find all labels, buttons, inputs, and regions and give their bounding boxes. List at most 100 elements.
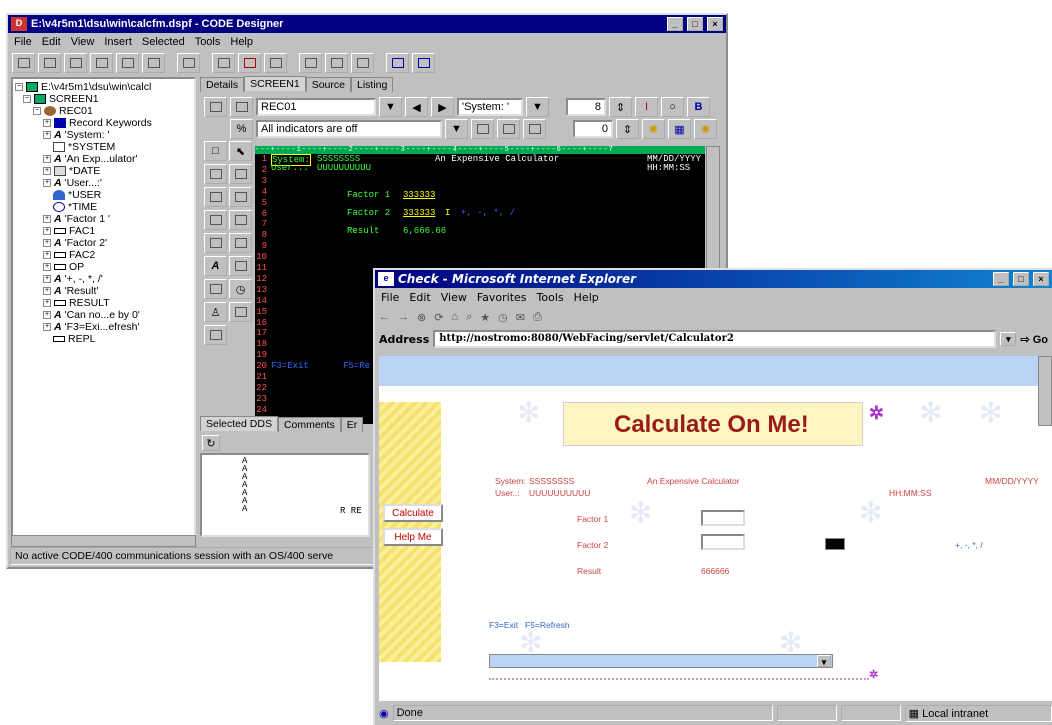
grid-icon[interactable] bbox=[523, 119, 546, 139]
dropdown-arrow-icon[interactable]: ▼ bbox=[526, 97, 549, 117]
screen-icon[interactable] bbox=[204, 97, 227, 117]
tree-item[interactable]: + A 'Can no...e by 0' bbox=[43, 309, 140, 321]
tool-icon[interactable] bbox=[204, 210, 227, 230]
factor2-field[interactable]: 333333 bbox=[403, 208, 435, 218]
menu-help[interactable]: Help bbox=[230, 36, 253, 48]
dropdown-arrow-icon[interactable]: ▾ bbox=[817, 655, 831, 667]
result-field[interactable]: 6,666.66 bbox=[403, 226, 446, 236]
user-tool-icon[interactable]: ♙ bbox=[204, 302, 227, 322]
menu-help[interactable]: Help bbox=[574, 291, 599, 304]
tool-icon[interactable] bbox=[229, 256, 252, 276]
ops-text[interactable]: +, -, *, / bbox=[461, 208, 515, 218]
tab-source[interactable]: Source bbox=[305, 77, 351, 92]
f5-refresh-link[interactable]: F5=Refresh bbox=[525, 620, 570, 630]
menu-favorites[interactable]: Favorites bbox=[477, 291, 527, 304]
back-icon[interactable]: ← bbox=[379, 311, 390, 323]
highlight-icon[interactable]: ✺ bbox=[694, 119, 717, 139]
f5-key-text[interactable]: F5=Re bbox=[343, 361, 370, 371]
tree-item[interactable]: + A 'An Exp...ulator' bbox=[43, 153, 137, 165]
menu-file[interactable]: File bbox=[381, 291, 399, 304]
favorites-icon[interactable]: ★ bbox=[480, 311, 490, 324]
record-icon[interactable] bbox=[351, 53, 374, 73]
record-combo[interactable]: REC01 bbox=[256, 98, 376, 116]
tree-item[interactable]: + OP bbox=[43, 261, 84, 273]
color-icon[interactable]: ▦ bbox=[668, 119, 691, 139]
op-field[interactable]: I bbox=[445, 208, 450, 218]
tree-item[interactable]: + FAC1 bbox=[43, 225, 95, 237]
open-icon[interactable] bbox=[38, 53, 61, 73]
spin-icon[interactable]: ⇕ bbox=[616, 119, 639, 139]
tool-icon[interactable] bbox=[204, 233, 227, 253]
grid-icon[interactable] bbox=[497, 119, 520, 139]
stop-icon[interactable]: ⊗ bbox=[417, 311, 426, 324]
find-icon[interactable] bbox=[90, 53, 113, 73]
url-field[interactable]: http://nostromo:8080/WebFacing/servlet/C… bbox=[433, 330, 997, 348]
tree-item[interactable]: + A 'Factor 2' bbox=[43, 237, 107, 249]
factor1-label[interactable]: Factor 1 bbox=[347, 190, 390, 200]
tool-icon[interactable] bbox=[229, 210, 252, 230]
tree-item[interactable]: + A 'System: ' bbox=[43, 129, 109, 141]
minimize-button[interactable]: _ bbox=[667, 17, 683, 31]
tree-item[interactable]: + A 'User...:' bbox=[43, 177, 102, 189]
go-button[interactable]: ⇨ Go bbox=[1020, 333, 1048, 346]
tool-icon[interactable] bbox=[204, 164, 227, 184]
field-icon[interactable] bbox=[325, 53, 348, 73]
tree-hscrollbar[interactable] bbox=[11, 535, 196, 547]
time-field[interactable]: HH:MM:SS bbox=[647, 163, 690, 173]
menu-view[interactable]: View bbox=[441, 291, 467, 304]
tool-icon[interactable] bbox=[229, 164, 252, 184]
tab-screen1[interactable]: SCREEN1 bbox=[244, 76, 306, 91]
user-label[interactable]: User..: bbox=[271, 163, 309, 173]
tree-item[interactable]: − SCREEN1 bbox=[23, 93, 99, 105]
tree-item[interactable]: + A 'F3=Exi...efresh' bbox=[43, 321, 140, 333]
tree-item[interactable]: *SYSTEM bbox=[53, 141, 115, 153]
text-format-icon[interactable]: I bbox=[635, 97, 658, 117]
tree-item[interactable]: + FAC2 bbox=[43, 249, 95, 261]
tab-details[interactable]: Details bbox=[200, 77, 245, 92]
list-icon[interactable] bbox=[299, 53, 322, 73]
message-select[interactable] bbox=[489, 654, 833, 668]
menu-view[interactable]: View bbox=[71, 36, 95, 48]
f3-exit-link[interactable]: F3=Exit bbox=[489, 620, 518, 630]
prev-arrow-icon[interactable]: ◀ bbox=[405, 97, 428, 117]
url-dropdown-icon[interactable]: ▾ bbox=[1000, 332, 1017, 346]
result-label[interactable]: Result bbox=[347, 226, 379, 236]
heading-text[interactable]: An Expensive Calculator bbox=[435, 154, 559, 164]
minimize-button[interactable]: _ bbox=[993, 272, 1009, 286]
close-button[interactable]: × bbox=[1033, 272, 1049, 286]
dropdown-arrow-icon[interactable]: ▼ bbox=[445, 119, 468, 139]
window-icon[interactable] bbox=[212, 53, 235, 73]
col-spinner[interactable]: 0 bbox=[573, 120, 613, 138]
tree-item[interactable]: *TIME bbox=[53, 201, 97, 213]
save-icon[interactable] bbox=[116, 53, 139, 73]
copy-icon[interactable] bbox=[64, 53, 87, 73]
new-icon[interactable] bbox=[12, 53, 35, 73]
tab-listing[interactable]: Listing bbox=[351, 77, 394, 92]
factor2-input[interactable] bbox=[701, 534, 745, 550]
factor2-label[interactable]: Factor 2 bbox=[347, 208, 390, 218]
tree-item[interactable]: + RESULT bbox=[43, 297, 110, 309]
bold-icon[interactable]: B bbox=[687, 97, 710, 117]
tree-item[interactable]: *USER bbox=[53, 189, 101, 201]
date-tool-icon[interactable] bbox=[204, 279, 227, 299]
history-icon[interactable]: ◷ bbox=[498, 311, 508, 324]
print-icon[interactable]: ⎙ bbox=[533, 311, 542, 324]
page-scrollbar[interactable] bbox=[1038, 356, 1052, 426]
text-tool-icon[interactable]: A bbox=[204, 256, 227, 276]
tree-item[interactable]: − REC01 bbox=[33, 105, 93, 117]
checkbox-tool-icon[interactable]: □ bbox=[204, 141, 227, 161]
tab-selected-dds[interactable]: Selected DDS bbox=[200, 416, 278, 431]
refresh-icon[interactable]: ⟳ bbox=[434, 311, 443, 324]
tab-comments[interactable]: Comments bbox=[277, 417, 341, 432]
edit-icon[interactable] bbox=[238, 53, 261, 73]
f3-key-text[interactable]: F3=Exit bbox=[271, 361, 309, 371]
field-combo[interactable]: 'System: ' bbox=[457, 98, 523, 116]
menu-tools[interactable]: Tools bbox=[195, 36, 221, 48]
tree-item[interactable]: + A 'Factor 1 ' bbox=[43, 213, 110, 225]
refresh-icon[interactable]: ↻ bbox=[202, 435, 220, 451]
maximize-button[interactable]: □ bbox=[687, 17, 703, 31]
factor1-input[interactable] bbox=[701, 510, 745, 526]
diamond-icon[interactable] bbox=[412, 53, 435, 73]
close-button[interactable]: × bbox=[707, 17, 723, 31]
menu-tools[interactable]: Tools bbox=[537, 291, 564, 304]
